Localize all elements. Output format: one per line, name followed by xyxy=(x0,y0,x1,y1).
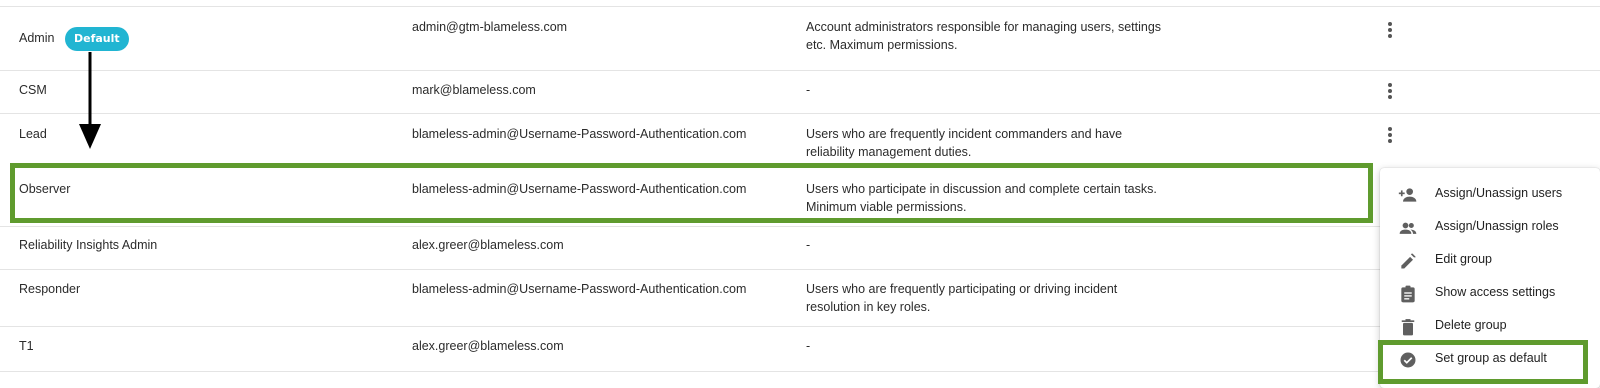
trash-icon xyxy=(1401,319,1415,336)
description-line: Account administrators responsible for m… xyxy=(806,20,1162,34)
group-icon xyxy=(1399,222,1417,234)
group-email: blameless-admin@Username-Password-Authen… xyxy=(412,282,747,296)
more-options-icon[interactable] xyxy=(1384,20,1396,40)
group-description: Users who are frequently incident comman… xyxy=(806,125,1206,161)
menu-item-edit-group[interactable]: Edit group xyxy=(1380,244,1600,277)
description-line: Users who are frequently incident comman… xyxy=(806,127,1123,141)
person-add-icon xyxy=(1398,188,1417,202)
menu-item-assign-users[interactable]: Assign/Unassign users xyxy=(1380,178,1600,211)
menu-item-label: Delete group xyxy=(1435,318,1507,332)
description-line: reliability management duties. xyxy=(806,145,972,159)
group-email: blameless-admin@Username-Password-Authen… xyxy=(412,182,747,196)
check-circle-icon xyxy=(1400,352,1416,368)
group-description: - xyxy=(806,236,1206,254)
group-name: Responder xyxy=(19,282,81,296)
group-description: - xyxy=(806,81,1206,99)
table-row[interactable]: Responder blameless-admin@Username-Passw… xyxy=(0,269,1600,327)
menu-item-label: Assign/Unassign roles xyxy=(1435,219,1559,233)
description-line: Users who are frequently participating o… xyxy=(806,282,1118,296)
group-email: mark@blameless.com xyxy=(412,83,536,97)
table-row[interactable]: Admin Default admin@gtm-blameless.com Ac… xyxy=(0,6,1600,71)
pencil-icon xyxy=(1401,253,1416,269)
group-email: alex.greer@blameless.com xyxy=(412,339,564,353)
menu-item-label: Assign/Unassign users xyxy=(1435,186,1563,200)
description-line: etc. Maximum permissions. xyxy=(806,38,958,52)
menu-item-show-access-settings[interactable]: Show access settings xyxy=(1380,277,1600,310)
description-line: Users who participate in discussion and … xyxy=(806,182,1157,196)
menu-item-set-default[interactable]: Set group as default xyxy=(1380,343,1600,376)
table-row[interactable]: Lead blameless-admin@Username-Password-A… xyxy=(0,113,1600,163)
group-actions-menu: Assign/Unassign users Assign/Unassign ro… xyxy=(1380,168,1600,388)
group-name: Admin xyxy=(19,31,55,45)
description-line: - xyxy=(806,238,811,252)
menu-item-label: Show access settings xyxy=(1435,285,1556,299)
group-name: T1 xyxy=(19,339,34,353)
group-description: Users who are frequently participating o… xyxy=(806,280,1206,316)
group-email: blameless-admin@Username-Password-Authen… xyxy=(412,127,747,141)
group-name: CSM xyxy=(19,83,47,97)
more-options-icon[interactable] xyxy=(1384,81,1396,101)
group-description: Account administrators responsible for m… xyxy=(806,18,1206,54)
group-description: Users who participate in discussion and … xyxy=(806,180,1206,216)
menu-item-delete-group[interactable]: Delete group xyxy=(1380,310,1600,343)
table-row[interactable]: Reliability Insights Admin alex.greer@bl… xyxy=(0,226,1600,270)
group-name: Reliability Insights Admin xyxy=(19,238,158,252)
menu-item-assign-roles[interactable]: Assign/Unassign roles xyxy=(1380,211,1600,244)
group-email: alex.greer@blameless.com xyxy=(412,238,564,252)
group-name: Lead xyxy=(19,127,47,141)
default-badge: Default xyxy=(65,27,129,51)
menu-item-label: Set group as default xyxy=(1435,351,1547,365)
clipboard-icon xyxy=(1401,285,1415,303)
table-row[interactable]: CSM mark@blameless.com - xyxy=(0,69,1600,114)
group-name: Observer xyxy=(19,182,71,196)
menu-item-label: Edit group xyxy=(1435,252,1492,266)
description-line: resolution in key roles. xyxy=(806,300,931,314)
description-line: Minimum viable permissions. xyxy=(806,200,967,214)
table-row[interactable]: T1 alex.greer@blameless.com - xyxy=(0,326,1600,372)
description-line: - xyxy=(806,339,811,353)
group-email: admin@gtm-blameless.com xyxy=(412,20,568,34)
table-row[interactable]: Observer blameless-admin@Username-Passwo… xyxy=(0,163,1600,227)
more-options-icon[interactable] xyxy=(1384,125,1396,145)
group-description: - xyxy=(806,337,1206,355)
description-line: - xyxy=(806,83,811,97)
